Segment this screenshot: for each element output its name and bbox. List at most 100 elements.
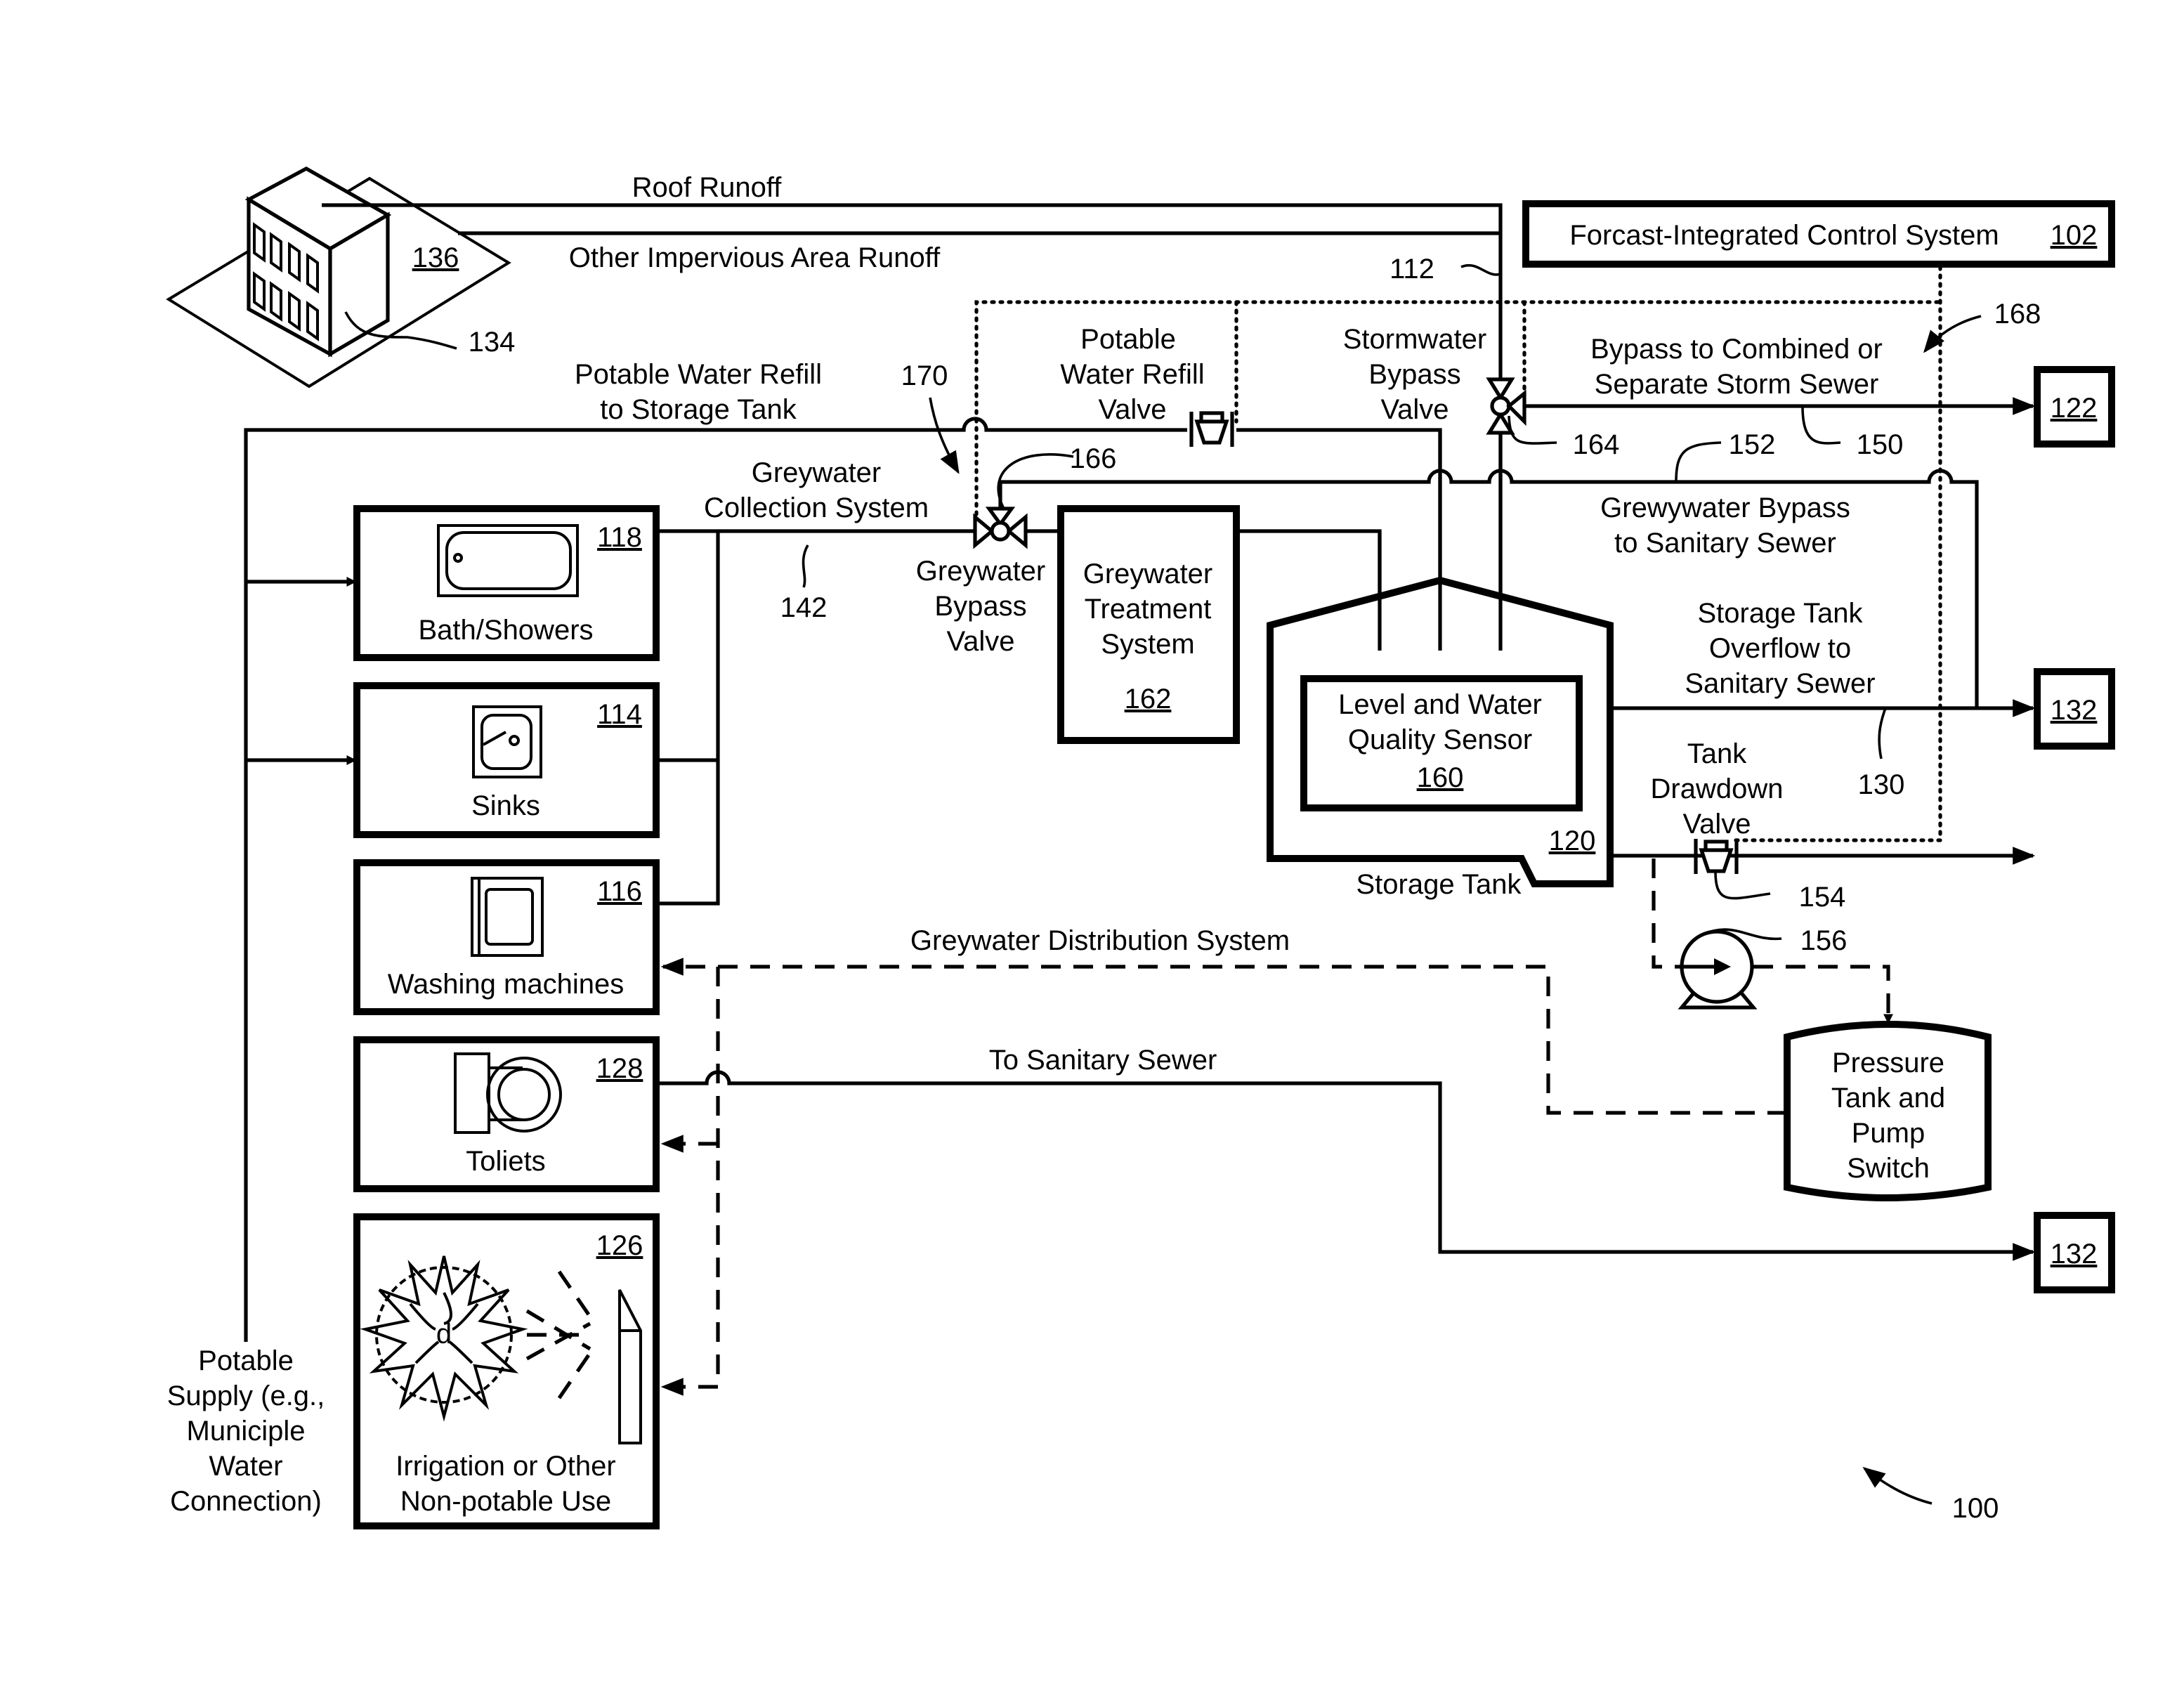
svg-text:Storage Tank: Storage Tank (1698, 598, 1864, 629)
greywater-collection-leader (802, 544, 809, 588)
sanitary-destination-ref: 132 (2051, 1239, 2098, 1269)
greywater-distribution-main (660, 958, 1787, 1115)
overflow-label: Storage Tank Overflow to Sanitary Sewer (1685, 598, 1875, 699)
svg-text:114: 114 (597, 699, 642, 730)
control-system-label: Forcast-Integrated Control System (1569, 220, 1999, 251)
svg-text:Valve: Valve (1098, 394, 1166, 425)
stormwater-valve-ref: 164 (1573, 429, 1620, 460)
svg-text:Valve: Valve (1380, 394, 1449, 425)
svg-text:128: 128 (596, 1053, 643, 1084)
svg-text:Pressure: Pressure (1832, 1047, 1944, 1078)
svg-text:Valve: Valve (1682, 809, 1751, 840)
drawdown-valve-leader (1714, 870, 1771, 900)
svg-text:Switch: Switch (1847, 1153, 1930, 1184)
svg-text:Potable Water Refill: Potable Water Refill (575, 359, 822, 390)
control-signal-arrow (1923, 315, 1982, 353)
svg-text:Drawdown: Drawdown (1651, 774, 1784, 804)
storage-tank-label: Storage Tank (1356, 869, 1522, 900)
figure-ref-arrow (1862, 1467, 1933, 1505)
stormwater-valve-leader (1508, 415, 1557, 445)
sensor-ref: 160 (1417, 762, 1464, 793)
potable-refill-valve[interactable] (1189, 411, 1234, 447)
svg-text:System: System (1101, 629, 1194, 660)
tank-drawdown-valve[interactable] (1694, 839, 1739, 874)
svg-text:Greywater: Greywater (1083, 559, 1213, 589)
svg-text:Treatment: Treatment (1085, 594, 1212, 625)
fixture-washing-machines: 116 Washing machines (353, 859, 660, 1015)
control-signal-left-arrow (929, 397, 960, 474)
fixture-toilets: 128 Toliets (353, 1036, 660, 1192)
building-site: 136 134 (166, 167, 516, 389)
control-system-ref: 102 (2051, 220, 2098, 251)
greywater-bypass-sanitary-label: Grewywater Bypass to Sanitary Sewer (1600, 492, 1850, 559)
overflow-ref: 130 (1858, 769, 1905, 800)
svg-text:Water Refill: Water Refill (1060, 359, 1204, 390)
greywater-bypass-leader (1675, 441, 1722, 483)
svg-text:Bath/Showers: Bath/Showers (418, 615, 593, 646)
svg-text:126: 126 (596, 1230, 643, 1261)
greywater-bypass-valve-ref: 166 (1070, 443, 1117, 474)
svg-text:Overflow to: Overflow to (1709, 633, 1851, 664)
pump-icon[interactable] (1678, 929, 1758, 1010)
svg-text:Greywater: Greywater (752, 457, 882, 488)
greywater-collection-riser (656, 531, 720, 906)
svg-text:Bypass: Bypass (934, 591, 1026, 622)
svg-text:Supply (e.g.,: Supply (e.g., (167, 1381, 325, 1411)
impervious-runoff-label: Other Impervious Area Runoff (569, 242, 941, 273)
svg-text:Connection): Connection) (170, 1486, 322, 1517)
svg-text:d: d (436, 1319, 452, 1350)
svg-text:Separate Storm Sewer: Separate Storm Sewer (1595, 369, 1879, 400)
svg-text:Municiple: Municiple (187, 1416, 306, 1447)
storm-sewer-ref: 122 (2051, 393, 2098, 424)
greywater-treatment-label: Greywater Treatment System (1083, 559, 1213, 660)
greywater-treatment-ref: 162 (1125, 684, 1172, 714)
svg-text:Level and Water: Level and Water (1338, 689, 1542, 720)
pump-suction-line (1652, 859, 1682, 969)
potable-refill-valve-label: Potable Water Refill Valve (1060, 324, 1204, 425)
svg-text:Bypass: Bypass (1368, 359, 1460, 390)
fixture-irrigation: d 126 Irrigation or Other Non-potable Us… (353, 1213, 660, 1529)
svg-text:Tank: Tank (1687, 738, 1747, 769)
svg-text:Non-potable Use: Non-potable Use (400, 1486, 611, 1517)
greywater-bypass-ref: 152 (1729, 429, 1776, 460)
site-ref: 136 (412, 242, 459, 273)
svg-text:Water: Water (209, 1451, 282, 1482)
pump-discharge-line (1753, 965, 1893, 1024)
potable-supply-label: Potable Supply (e.g., Municiple Water Co… (167, 1345, 325, 1517)
greywater-system-diagram: 136 134 Roof Runoff Other Impervious Are… (166, 167, 2115, 1529)
svg-text:Potable: Potable (1080, 324, 1176, 355)
sanitary-sewer-label: To Sanitary Sewer (989, 1045, 1217, 1076)
greywater-bypass-valve[interactable] (973, 507, 1028, 549)
control-signal-ref: 168 (1994, 299, 2041, 329)
svg-text:Pump: Pump (1852, 1118, 1925, 1149)
greywater-collection-ref: 142 (780, 592, 828, 623)
svg-text:Potable: Potable (198, 1345, 294, 1376)
figure-number: 100 (1952, 1493, 1999, 1524)
drawdown-valve-label: Tank Drawdown Valve (1651, 738, 1784, 840)
overflow-destination-ref: 132 (2051, 695, 2098, 726)
svg-text:Quality Sensor: Quality Sensor (1348, 724, 1532, 755)
runoff-conduit-ref: 112 (1389, 254, 1434, 285)
stormwater-bypass-valve[interactable] (1486, 377, 1526, 435)
svg-text:116: 116 (597, 876, 642, 907)
svg-text:Bypass to Combined or: Bypass to Combined or (1590, 334, 1883, 365)
svg-text:Washing machines: Washing machines (388, 969, 624, 1000)
svg-text:Stormwater: Stormwater (1343, 324, 1487, 355)
svg-text:Toliets: Toliets (466, 1146, 545, 1177)
svg-text:Collection System: Collection System (704, 492, 929, 523)
drawdown-valve-ref: 154 (1799, 882, 1846, 913)
greywater-collection-label: Greywater Collection System (704, 457, 929, 523)
runoff-conduit-leader (1460, 264, 1501, 276)
building-ref: 134 (469, 327, 516, 358)
svg-text:to Storage Tank: to Storage Tank (600, 394, 797, 425)
roof-runoff-label: Roof Runoff (632, 172, 783, 203)
storage-tank-ref: 120 (1549, 825, 1596, 856)
storm-bypass-label: Bypass to Combined or Separate Storm Sew… (1590, 334, 1883, 400)
svg-text:Valve: Valve (946, 626, 1014, 657)
greywater-distribution-label: Greywater Distribution System (910, 925, 1290, 956)
control-signal-left-ref: 170 (901, 360, 948, 391)
fixture-bath-showers: 118 Bath/Showers (353, 505, 660, 661)
svg-text:Grewywater Bypass: Grewywater Bypass (1600, 492, 1850, 523)
fixture-sinks: 114 Sinks (353, 682, 660, 838)
potable-refill-line-label: Potable Water Refill to Storage Tank (575, 359, 822, 425)
